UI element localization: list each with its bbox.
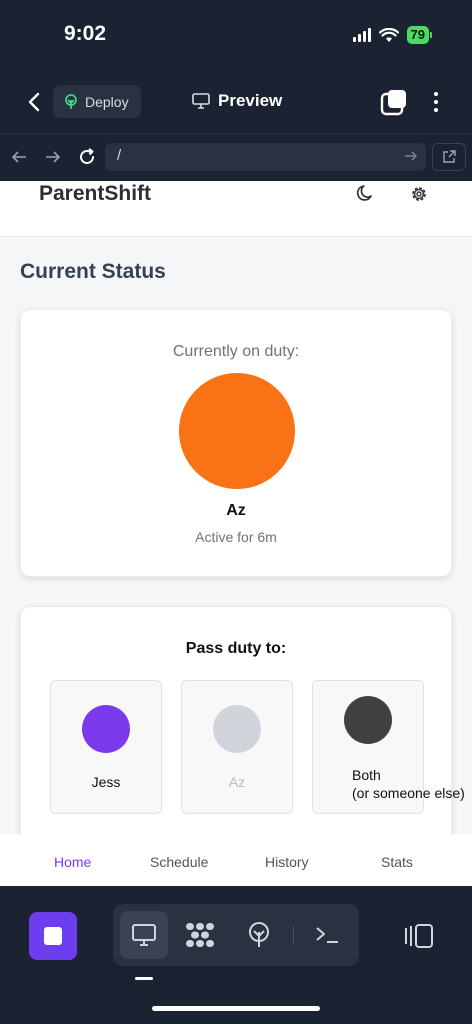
url-go-icon[interactable] [404,149,418,163]
view-switcher [113,904,359,966]
theme-toggle-button[interactable] [356,183,378,205]
settings-button[interactable] [408,183,430,205]
nav-history[interactable]: History [265,854,309,870]
apps-view-button[interactable] [176,911,224,959]
monitor-icon [192,93,210,109]
jess-avatar [82,705,130,753]
split-view-button[interactable] [403,922,435,950]
open-external-button[interactable] [432,143,466,171]
nav-home[interactable]: Home [54,854,91,870]
apps-icon [186,923,214,947]
wifi-icon [378,27,399,42]
preview-title: Preview [192,91,282,111]
stop-icon [44,927,62,945]
external-link-icon [443,150,456,163]
more-icon-dot [434,92,438,96]
battery-icon: 79 [406,26,432,44]
status-bar: 9:02 79 [0,0,472,74]
active-view-indicator [135,977,153,980]
pass-option-jess[interactable]: Jess [50,680,162,814]
reload-button[interactable] [76,146,98,168]
deploy-button[interactable]: Deploy [53,85,141,118]
az-avatar [213,705,261,753]
split-view-icon [405,924,433,948]
pass-option-az: Az [181,680,293,814]
more-menu-button[interactable] [424,88,448,116]
moon-icon [356,185,372,201]
on-duty-name: Az [226,502,246,519]
arrow-right-icon [46,151,61,163]
web-preview: ParentShift Current Status Currently on … [0,181,472,886]
app-bar: Deploy Preview [0,74,472,130]
both-avatar [344,696,392,744]
signal-icon [352,28,371,42]
status-time: 9:02 [64,22,107,45]
tabs-button[interactable] [380,88,408,116]
section-title: Current Status [20,260,166,283]
url-text: / [117,147,122,164]
pass-duty-title: Pass duty to: [185,640,287,657]
both-label-line2: (or someone else) [352,785,465,801]
on-duty-label: Currently on duty: [172,343,300,360]
back-icon [28,92,40,112]
browser-bar: / [0,133,472,181]
battery-level: 79 [406,26,429,44]
browser-forward-button[interactable] [42,146,64,168]
pass-option-both[interactable]: Both (or someone else) [312,680,465,814]
segment-divider [293,926,294,944]
deploy-tree-icon [249,922,269,947]
deploy-label: Deploy [85,93,129,110]
console-view-button[interactable] [303,911,351,959]
home-indicator [152,1006,320,1011]
url-input[interactable]: / [105,143,426,171]
nav-stats[interactable]: Stats [381,854,413,870]
preview-label: Preview [218,91,283,110]
site-header: ParentShift [0,181,472,237]
site-nav: Home Schedule History Stats [0,834,472,886]
bottom-toolbar [0,886,472,1024]
deploy-icon [65,93,77,109]
desktop-icon [132,924,156,946]
pass-option-label: Az [228,774,246,790]
pass-option-label: Jess [91,774,121,790]
current-status-card: Currently on duty: Az Active for 6m [20,309,452,577]
tabs-icon [380,90,406,116]
browser-back-button[interactable] [8,146,30,168]
stop-button[interactable] [29,912,77,960]
back-button[interactable] [20,88,48,116]
status-icons: 79 [352,26,432,44]
terminal-icon [316,927,338,943]
reload-icon [80,148,94,164]
active-duration: Active for 6m [195,529,277,545]
preview-view-button[interactable] [120,911,168,959]
both-label-line1: Both [352,767,381,783]
on-duty-avatar [179,373,295,489]
pass-option-label: Both (or someone else) [352,766,465,802]
gear-icon [412,187,426,201]
arrow-left-icon [11,151,26,163]
site-brand: ParentShift [39,182,152,205]
deploy-view-button[interactable] [235,911,283,959]
nav-schedule[interactable]: Schedule [150,854,208,870]
